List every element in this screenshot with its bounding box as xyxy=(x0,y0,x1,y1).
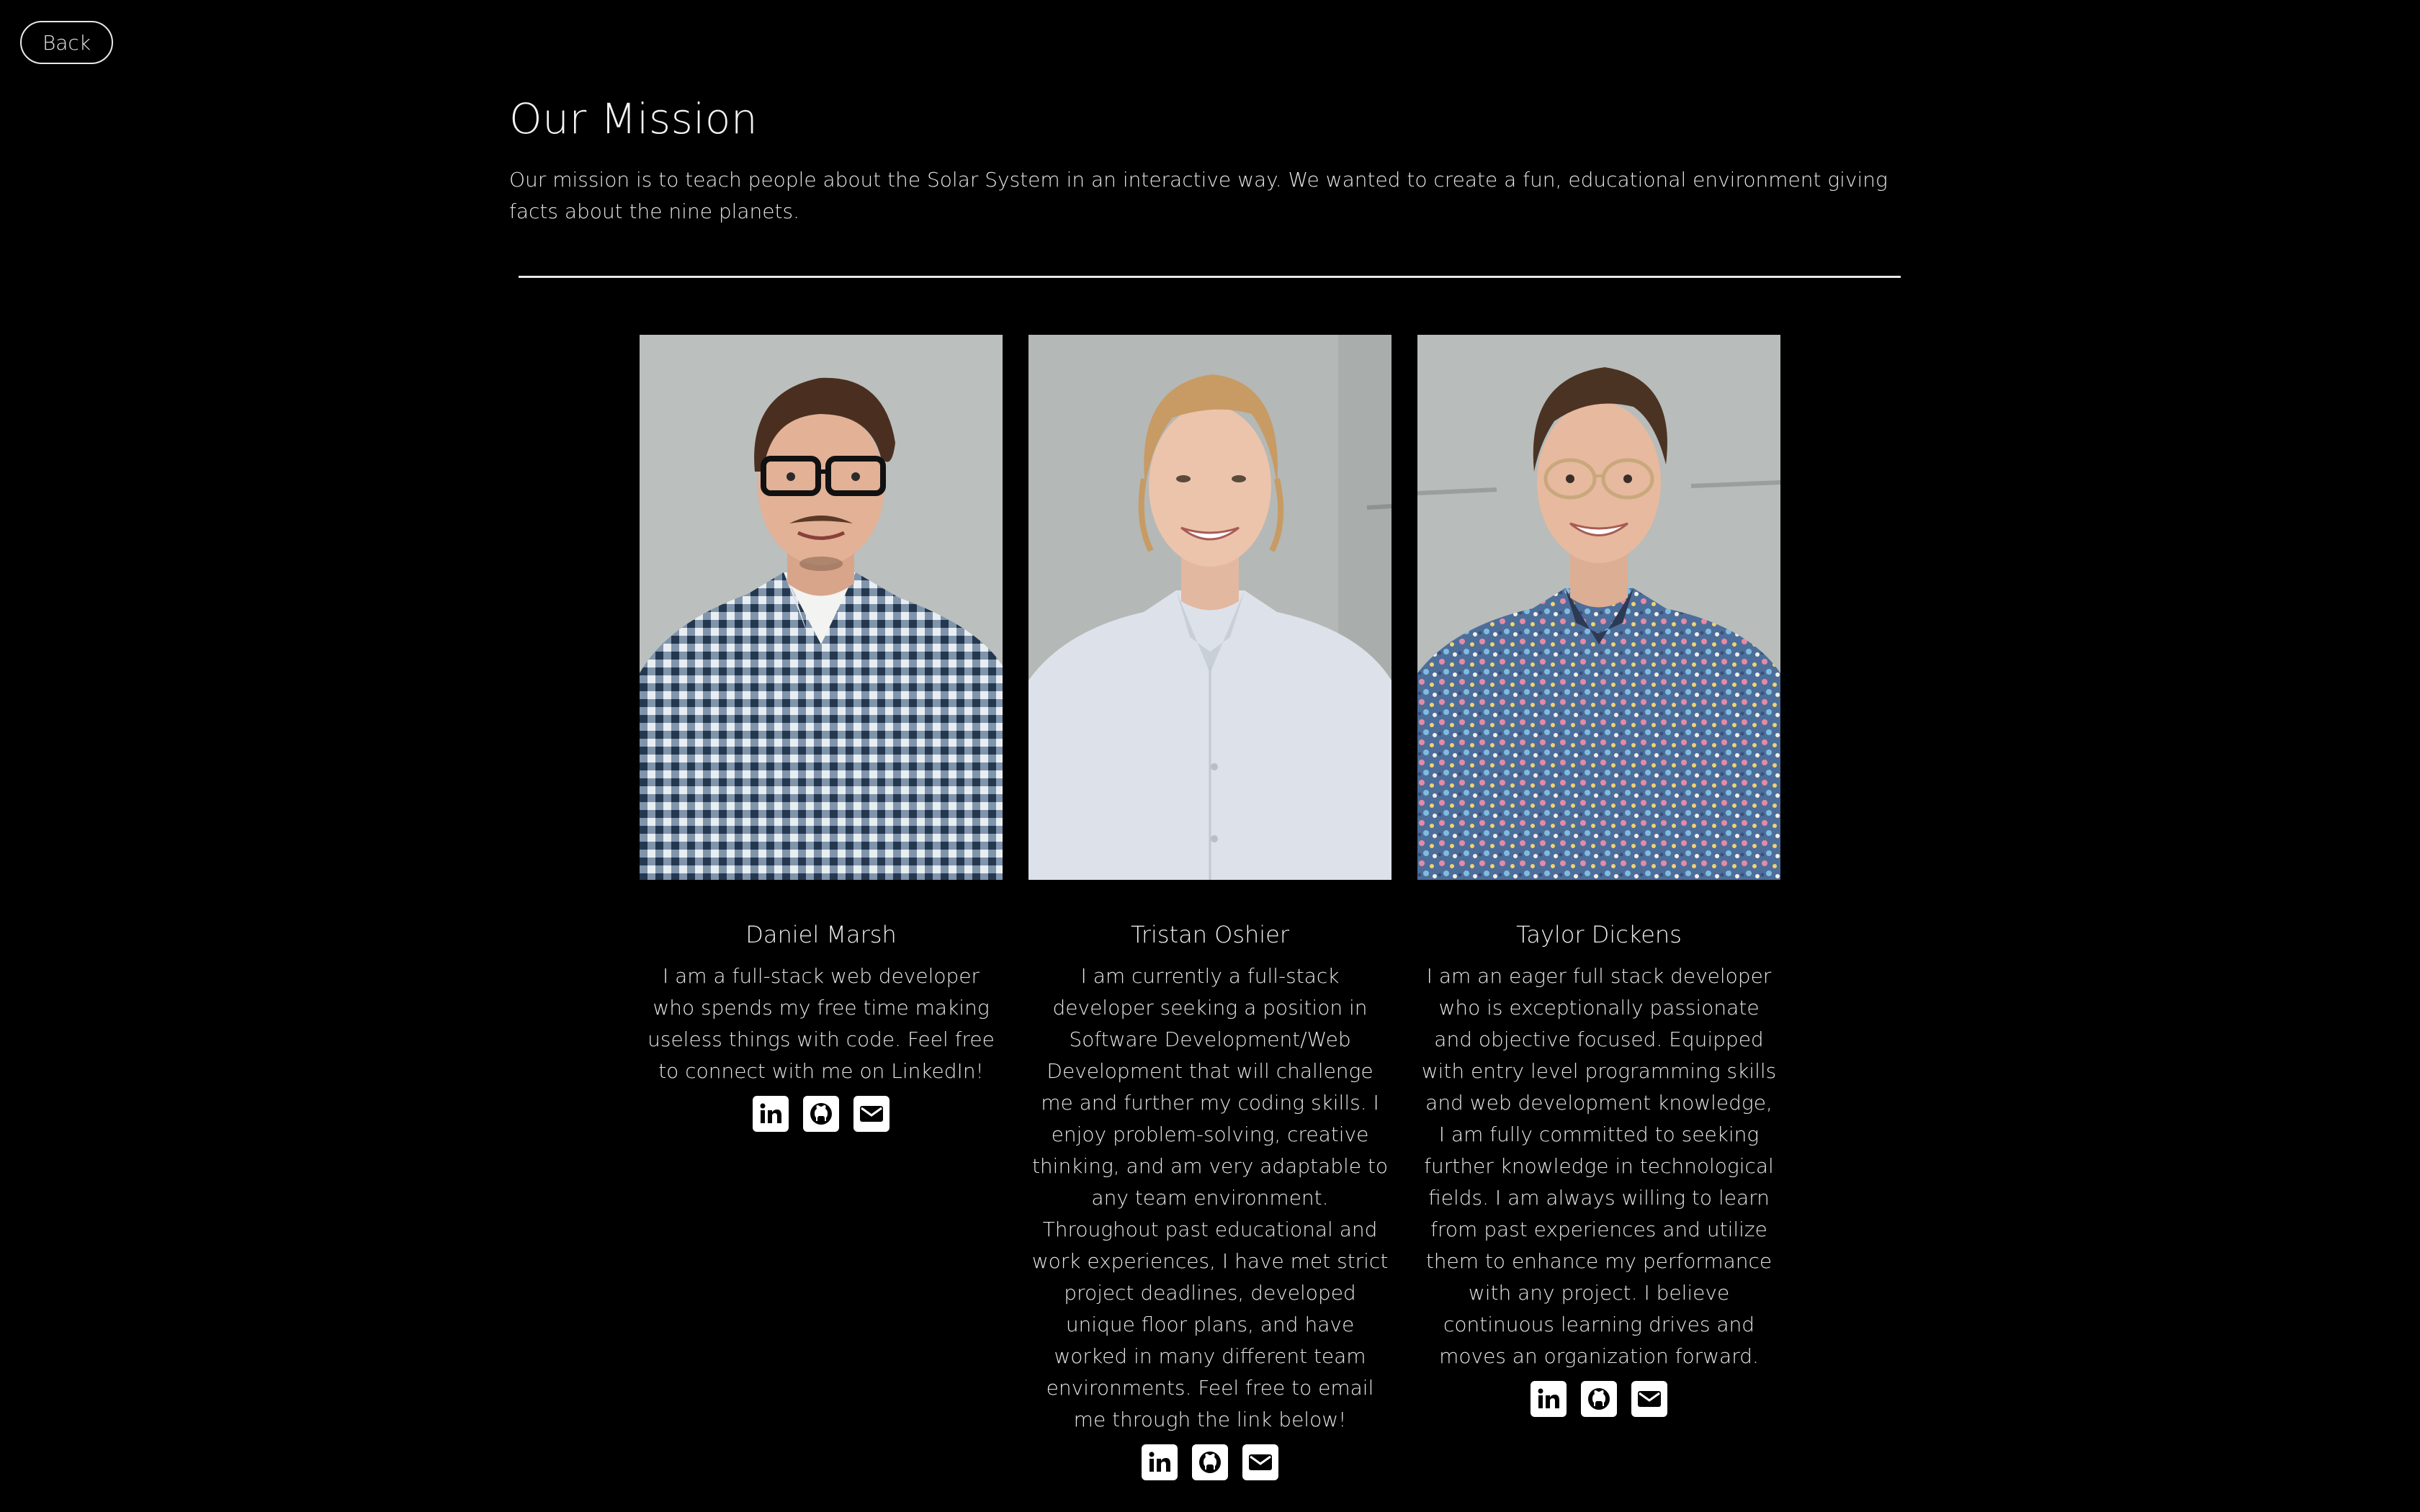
github-icon[interactable] xyxy=(803,1096,839,1132)
social-links xyxy=(1142,1444,1278,1480)
linkedin-icon[interactable] xyxy=(1531,1381,1567,1417)
email-icon[interactable] xyxy=(1631,1381,1667,1417)
back-button[interactable]: Back xyxy=(20,21,113,64)
linkedin-icon[interactable] xyxy=(753,1096,789,1132)
social-links xyxy=(753,1096,889,1132)
member-name: Tristan Oshier xyxy=(1130,921,1290,948)
mission-section: Our Mission Our mission is to teach peop… xyxy=(509,85,1914,228)
social-links xyxy=(1531,1381,1667,1417)
daniel-marsh-photo xyxy=(640,335,1003,880)
email-icon[interactable] xyxy=(853,1096,889,1132)
team-card-daniel-marsh: Daniel Marsh I am a full-stack web devel… xyxy=(640,335,1003,1480)
tristan-oshier-photo xyxy=(1028,335,1392,880)
member-name: Daniel Marsh xyxy=(745,921,897,948)
github-icon[interactable] xyxy=(1192,1444,1228,1480)
team-card-tristan-oshier: Tristan Oshier I am currently a full-sta… xyxy=(1028,335,1392,1480)
linkedin-icon[interactable] xyxy=(1142,1444,1178,1480)
about-page: Back Our Mission Our mission is to teach… xyxy=(0,0,2420,1512)
email-icon[interactable] xyxy=(1242,1444,1278,1480)
member-bio: I am an eager full stack developer who i… xyxy=(1421,964,1777,1368)
team-card-taylor-dickens: Taylor Dickens I am an eager full stack … xyxy=(1417,335,1780,1480)
member-bio: I am currently a full-stack developer se… xyxy=(1031,964,1389,1431)
team-section: Daniel Marsh I am a full-stack web devel… xyxy=(640,335,1780,1480)
github-icon[interactable] xyxy=(1581,1381,1617,1417)
section-divider xyxy=(519,276,1901,278)
member-bio: I am a full-stack web developer who spen… xyxy=(647,964,995,1083)
member-name: Taylor Dickens xyxy=(1516,921,1682,948)
taylor-dickens-photo xyxy=(1417,335,1780,880)
mission-title: Our Mission xyxy=(509,94,758,143)
mission-text: Our mission is to teach people about the… xyxy=(509,168,1888,223)
